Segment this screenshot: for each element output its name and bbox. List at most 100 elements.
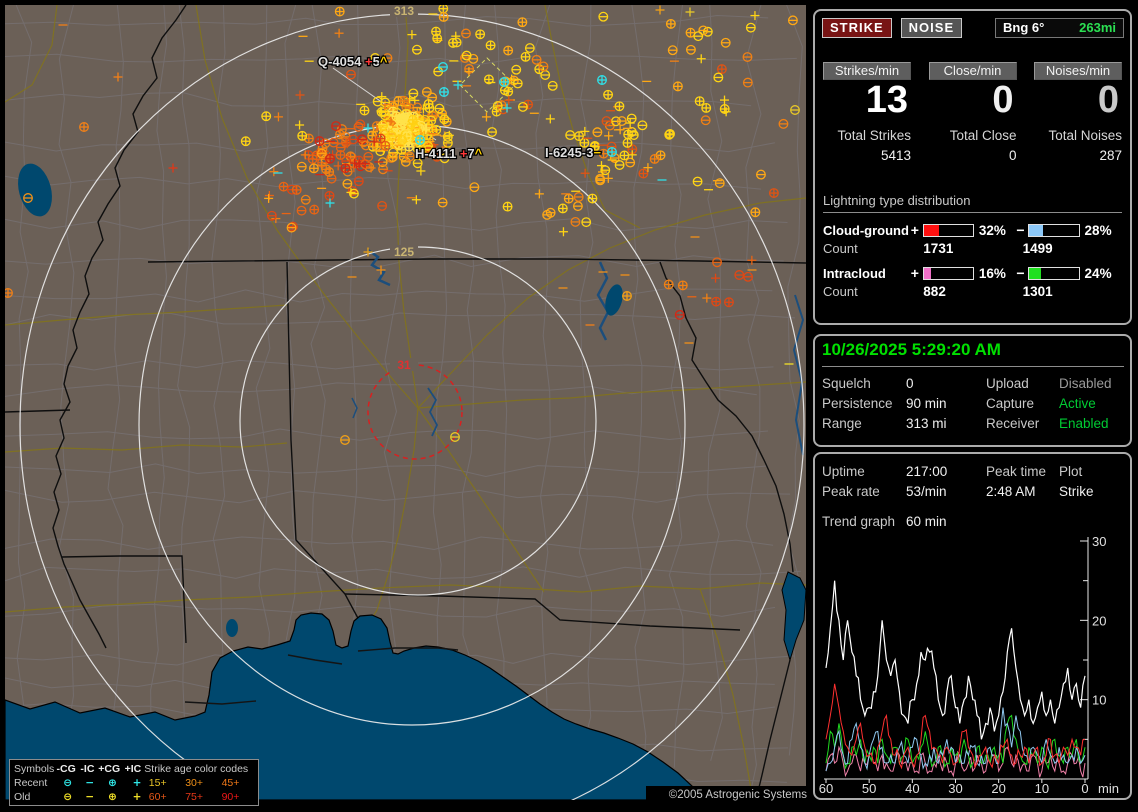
close-per-min-meter: Close/min 0 Total Close 0 [928, 62, 1017, 163]
intracloud-count-row: Count 882 1301 [823, 284, 1122, 299]
plus-sign: + [910, 265, 919, 281]
strikes-per-min-meter: Strikes/min 13 Total Strikes 5413 [823, 62, 911, 163]
svg-text:20: 20 [991, 781, 1005, 796]
total-strikes-label: Total Strikes [837, 128, 911, 143]
strikes-per-min-value: 13 [865, 79, 908, 121]
noise-mode-button[interactable]: NOISE [900, 18, 963, 38]
trend-graph-row: Trend graph 60 min [822, 512, 1124, 532]
strikes-per-min-tab[interactable]: Strikes/min [823, 62, 911, 80]
minus-sign: − [1016, 265, 1025, 281]
cg-pos-pct: 32% [978, 222, 1006, 238]
capture-status: Active [1059, 396, 1096, 411]
legend-age-header: Strike age color codes [144, 763, 249, 775]
peak-rate-value: 53/min [906, 484, 947, 499]
persistence-label: Persistence [822, 396, 893, 411]
svg-text:10: 10 [1035, 781, 1049, 796]
persistence-row: Persistence 90 min Capture Active [822, 394, 1124, 414]
map-legend: Symbols -CG -IC +CG +IC Strike age color… [9, 759, 259, 806]
noises-per-min-tab[interactable]: Noises/min [1034, 62, 1122, 80]
trend-series-strikes [825, 580, 1086, 740]
close-per-min-value: 0 [992, 79, 1014, 121]
total-close-value: 0 [1008, 148, 1017, 163]
strike-mode-button[interactable]: STRIKE [822, 18, 892, 38]
age-15-label: 15+ [148, 777, 167, 789]
copyright-label: ©2005 Astrogenic Systems [646, 786, 810, 804]
lightning-map[interactable]: 313 125 31 Q-4054 +5^ H-4111 +7^ I-6245-3− Sy… [3, 0, 810, 812]
ic-pos-recent-icon: + [132, 777, 142, 789]
ring-distance-label: 313 [394, 5, 414, 18]
squelch-value: 0 [906, 376, 914, 391]
rate-meters: Strikes/min 13 Total Strikes 5413 Close/… [823, 62, 1122, 163]
count-label: Count [823, 284, 858, 299]
minus-sign: − [1016, 222, 1025, 238]
age-75-label: 75+ [185, 791, 203, 803]
legend-recent-row: Recent ⊖ − ⊕ + 15+ 30+ 45+ [14, 776, 258, 790]
ic-pos-pct: 16% [978, 265, 1006, 281]
close-per-min-tab[interactable]: Close/min [928, 62, 1017, 80]
legend-recent-label: Recent [14, 777, 48, 789]
storm-cell-label: H-4111 +7^ [415, 146, 483, 161]
range-value: 263mi [1079, 20, 1116, 35]
svg-text:min: min [1098, 781, 1119, 796]
total-noises-label: Total Noises [1048, 128, 1122, 143]
uptime-value: 217:00 [906, 464, 948, 479]
cloud-ground-label: Cloud-ground [823, 222, 909, 238]
trend-graph-label: Trend graph [822, 514, 896, 529]
intracloud-label: Intracloud [823, 265, 886, 281]
svg-text:50: 50 [862, 781, 876, 796]
trend-graph: 10 20 30 60 50 40 30 20 10 0 min [819, 534, 1119, 796]
trend-axes [824, 537, 1089, 783]
range-value: 313 mi [906, 416, 947, 431]
svg-text:30: 30 [948, 781, 962, 796]
cg-pos-old-icon: ⊕ [107, 791, 117, 803]
legend-cg-pos-header: +CG [98, 763, 121, 775]
uptime-label: Uptime [822, 464, 865, 479]
map-canvas[interactable]: 313 125 31 Q-4054 +5^ H-4111 +7^ I-6245-3− [3, 0, 807, 812]
noises-per-min-value: 0 [1097, 79, 1119, 121]
capture-label: Capture [986, 396, 1035, 411]
total-close-label: Total Close [949, 128, 1017, 143]
persistence-value: 90 min [906, 396, 947, 411]
cg-pos-recent-icon: ⊕ [107, 777, 117, 789]
age-30-label: 30+ [185, 777, 203, 789]
ic-neg-count: 1301 [1022, 284, 1053, 299]
ic-neg-old-icon: − [85, 791, 95, 803]
peak-time-value: 2:48 AM [986, 484, 1036, 499]
cg-pos-bar [922, 223, 974, 237]
strike-stats-panel: STRIKE NOISE Bng 6° 263mi Strikes/min 13… [813, 9, 1132, 325]
cg-neg-old-icon: ⊖ [63, 791, 73, 803]
upload-label: Upload [986, 376, 1029, 391]
range-row: Range 313 mi Receiver Enabled [822, 414, 1124, 434]
upload-status: Disabled [1059, 376, 1112, 391]
total-strikes-value: 5413 [880, 148, 911, 163]
svg-text:0: 0 [1081, 781, 1088, 796]
cloud-ground-row: Cloud-ground + 32% − 28% [823, 222, 1122, 238]
distribution-title: Lightning type distribution [823, 193, 1122, 213]
uptime-row: Uptime 217:00 Peak time Plot [822, 462, 1124, 482]
legend-old-label: Old [14, 791, 31, 803]
ic-pos-old-icon: + [132, 791, 142, 803]
ring-distance-label: 31 [397, 358, 411, 372]
mode-toolbar: STRIKE NOISE Bng 6° 263mi [822, 18, 1124, 38]
svg-text:30: 30 [1092, 534, 1106, 549]
count-label: Count [823, 241, 858, 256]
total-noises-value: 287 [1099, 148, 1122, 163]
age-60-label: 60+ [148, 791, 167, 803]
datetime-display: 10/26/2025 5:29:20 AM [822, 340, 1124, 367]
ring-distance-label: 125 [394, 245, 414, 259]
squelch-label: Squelch [822, 376, 871, 391]
receiver-status: Enabled [1059, 416, 1109, 431]
svg-text:60: 60 [819, 781, 833, 796]
trend-panel: Uptime 217:00 Peak time Plot Peak rate 5… [813, 452, 1132, 800]
status-panel: 10/26/2025 5:29:20 AM Squelch 0 Upload D… [813, 334, 1132, 447]
ic-neg-recent-icon: − [85, 777, 95, 789]
storm-cell-label: Q-4054 +5^ [318, 54, 388, 69]
range-label: Range [822, 416, 862, 431]
plot-type-value: Strike [1059, 484, 1094, 499]
lightning-type-distribution: Lightning type distribution Cloud-ground… [823, 193, 1122, 299]
cg-pos-count: 1731 [923, 241, 954, 256]
ic-pos-bar [922, 266, 974, 280]
age-90-label: 90+ [221, 791, 240, 803]
legend-ic-pos-header: +IC [124, 763, 142, 775]
cloud-ground-count-row: Count 1731 1499 [823, 241, 1122, 256]
